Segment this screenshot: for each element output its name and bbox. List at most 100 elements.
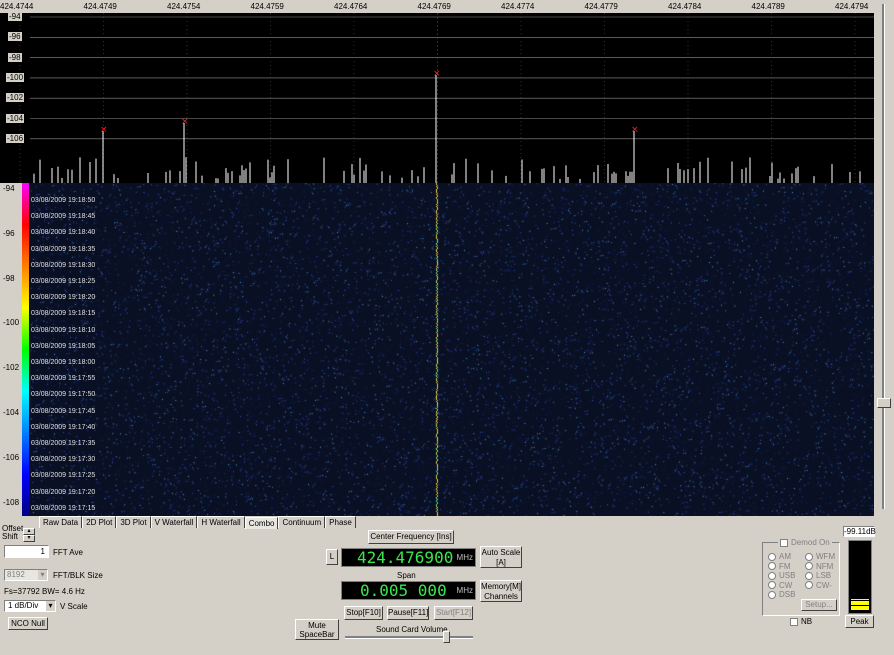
nb-checkbox[interactable]: NB: [790, 617, 812, 626]
vscale-select[interactable]: 1 dB/Div ▾: [4, 600, 56, 612]
radio-icon: [805, 581, 813, 590]
setup-button[interactable]: Setup...: [801, 599, 837, 611]
sound-volume-thumb[interactable]: [443, 631, 450, 643]
spectrum-y-tick-label: -98: [8, 52, 22, 62]
offset-up-button[interactable]: ▴: [23, 528, 35, 535]
fft-ave-input[interactable]: 1: [4, 545, 49, 558]
spectrum-plot[interactable]: × × × ×: [0, 13, 874, 183]
fft-blk-label: FFT/BLK Size: [53, 571, 103, 580]
tab-v-waterfall[interactable]: V Waterfall: [150, 516, 198, 528]
frequency-tick-label: 424.4769: [417, 2, 451, 11]
demod-radio-nfm[interactable]: NFM: [805, 562, 833, 571]
waterfall-timestamp: 03/08/2009 19:18:15: [31, 310, 96, 318]
fft-blk-value: 8192: [7, 570, 25, 579]
waterfall-timestamp: 03/08/2009 19:17:25: [31, 472, 96, 480]
meter-segment-divider: [849, 585, 871, 586]
demod-on-checkbox[interactable]: Demod On: [778, 538, 832, 547]
tab-phase[interactable]: Phase: [325, 516, 356, 528]
demod-mode-label: LSB: [816, 571, 832, 580]
pause-button[interactable]: Pause[F11]: [387, 606, 429, 620]
waterfall-timestamp: 03/08/2009 19:18:10: [31, 326, 96, 334]
l-button[interactable]: L: [326, 549, 338, 565]
span-display: 0.005 000 MHz: [341, 581, 476, 600]
nco-null-button[interactable]: NCO Null: [8, 617, 48, 630]
sound-volume-label: Sound Card Volume: [376, 625, 448, 634]
waterfall-timestamps: 03/08/2009 19:18:50 03/08/2009 19:18:45 03…: [30, 183, 140, 516]
demod-mode-label: CW: [779, 580, 793, 590]
waterfall-timestamp: 03/08/2009 19:17:30: [31, 456, 96, 464]
demod-radio-dsb[interactable]: DSB: [768, 590, 795, 599]
radio-icon: [768, 562, 776, 571]
tab-3d-plot[interactable]: 3D Plot: [116, 516, 151, 528]
demod-on-label: Demod On: [791, 538, 830, 547]
waterfall-y-tick-label: -94: [2, 184, 16, 193]
tab-combo[interactable]: Combo: [244, 517, 279, 529]
waterfall-timestamp: 03/08/2009 19:17:20: [31, 488, 96, 496]
meter-segment-divider: [849, 605, 871, 606]
spectrum-trace: [33, 75, 861, 183]
frequency-tick-label: 424.4789: [751, 2, 785, 11]
radio-icon: [768, 571, 776, 580]
start-button[interactable]: Start[F12]: [434, 606, 473, 620]
frequency-tick-label: 424.4749: [83, 2, 117, 11]
stop-button[interactable]: Stop[F10]: [344, 606, 383, 620]
offset-shift-label: Offset Shift: [2, 524, 24, 541]
waterfall-timestamp: 03/08/2009 19:18:40: [31, 229, 96, 237]
slider-track: [882, 4, 885, 509]
sound-volume-slider[interactable]: [345, 636, 473, 639]
fft-blk-select[interactable]: 8192 ▾: [4, 569, 48, 581]
demod-mode-label: NFM: [816, 561, 834, 571]
peak-marker-icon: ×: [100, 125, 108, 135]
slider-thumb[interactable]: [877, 398, 891, 408]
meter-segment-divider: [849, 570, 871, 571]
center-frequency-button[interactable]: Center Frequency [Ins]: [368, 530, 454, 544]
meter-segment-divider: [849, 600, 871, 601]
demod-radio-wfm[interactable]: WFM: [805, 552, 835, 561]
memory-channels-button[interactable]: Memory[M] Channels: [480, 580, 522, 602]
level-readout: -99.11dB: [843, 526, 876, 537]
demod-radio-fm[interactable]: FM: [768, 562, 791, 571]
radio-icon: [805, 562, 813, 571]
tab-2d-plot[interactable]: 2D Plot: [82, 516, 117, 528]
waterfall-timestamp: 03/08/2009 19:17:40: [31, 423, 96, 431]
spectrum-svg: × × × ×: [19, 13, 874, 183]
spectrum-y-tick-label: -96: [8, 32, 22, 42]
tab-raw-data[interactable]: Raw Data: [39, 516, 83, 528]
chevron-down-icon[interactable]: ▾: [46, 601, 55, 611]
chevron-down-icon[interactable]: ▾: [38, 570, 47, 580]
vscale-value: 1 dB/Div: [8, 601, 39, 610]
tab-h-waterfall[interactable]: H Waterfall: [197, 516, 245, 528]
demod-mode-label: CW-: [816, 580, 832, 590]
center-frequency-display: 424.476900 MHz: [341, 548, 476, 567]
meter-segment-divider: [849, 580, 871, 581]
color-scale-bar: [22, 183, 29, 516]
demod-radio-lsb[interactable]: LSB: [805, 571, 831, 580]
waterfall-timestamp: 03/08/2009 19:18:35: [31, 245, 96, 253]
peak-button[interactable]: Peak: [845, 615, 874, 628]
demod-radio-cw-[interactable]: CW-: [805, 581, 832, 590]
vertical-slider[interactable]: [874, 0, 894, 516]
demod-radio-cw[interactable]: CW: [768, 581, 792, 590]
waterfall-timestamp: 03/08/2009 19:18:05: [31, 342, 96, 350]
waterfall-y-tick-label: -108: [2, 497, 21, 507]
meter-segment-divider: [849, 565, 871, 566]
waterfall-timestamp: 03/08/2009 19:17:55: [31, 375, 96, 383]
spectrum-y-tick-label: -100: [6, 72, 25, 82]
level-meter-segments: [849, 541, 871, 613]
span-value: 0.005 000: [360, 581, 447, 600]
tab-continuum[interactable]: Continuum: [278, 516, 326, 528]
peak-marker-icon: ×: [433, 69, 441, 79]
demod-radio-usb[interactable]: USB: [768, 571, 795, 580]
demod-radio-am[interactable]: AM: [768, 552, 791, 561]
auto-scale-button[interactable]: Auto Scale [A]: [480, 546, 522, 568]
meter-segment-divider: [849, 575, 871, 576]
peak-marker-icon: ×: [631, 125, 639, 135]
mute-button[interactable]: Mute SpaceBar: [295, 619, 339, 640]
offset-down-button[interactable]: ▾: [23, 535, 35, 542]
meter-segment-divider: [849, 560, 871, 561]
demod-mode-label: AM: [779, 552, 791, 561]
frequency-tick-label: 424.4794: [835, 2, 869, 11]
peak-marker-icon: ×: [181, 117, 189, 127]
waterfall-timestamp: 03/08/2009 19:18:25: [31, 278, 96, 285]
waterfall-timestamp: 03/08/2009 19:17:45: [31, 407, 96, 415]
